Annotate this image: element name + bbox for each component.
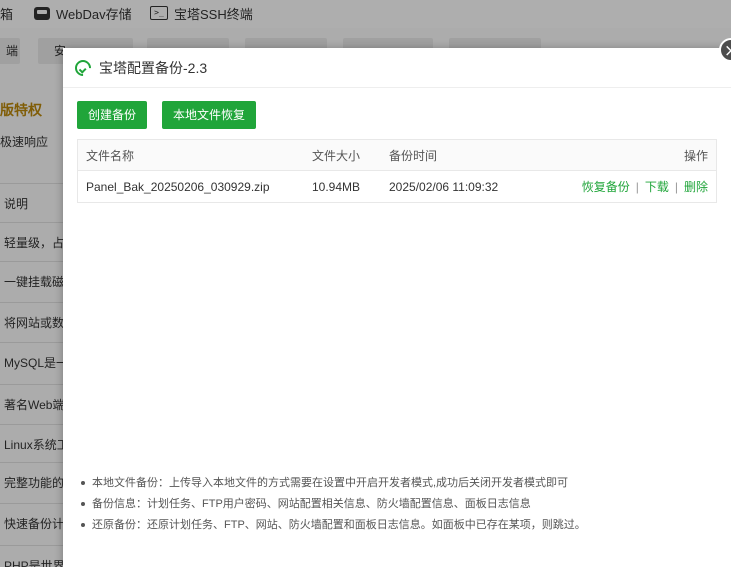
backup-filename: Panel_Bak_20250206_030929.zip (86, 179, 270, 194)
dialog-title: 宝塔配置备份-2.3 (99, 59, 208, 76)
column-header-time[interactable]: 备份时间 (389, 147, 559, 164)
delete-link[interactable]: 删除 (684, 180, 708, 194)
table-row: Panel_Bak_20250206_030929.zip 10.94MB 20… (78, 171, 716, 202)
column-header-filename[interactable]: 文件名称 (78, 147, 312, 164)
table-header-row: 文件名称 文件大小 备份时间 操作 (78, 140, 716, 171)
backup-table: 文件名称 文件大小 备份时间 操作 Panel_Bak_20250206_030… (77, 139, 717, 203)
action-buttons: 创建备份 本地文件恢复 (77, 101, 257, 129)
note-local-file-backup: 本地文件备份：上传导入本地文件的方式需要在设置中开启开发者模式,成功后关闭开发者… (81, 476, 586, 497)
note-backup-info: 备份信息：计划任务、FTP用户密码、网站配置相关信息、防火墙配置信息、面板日志信… (81, 497, 586, 518)
backup-size: 10.94MB (312, 179, 361, 194)
restore-backup-link[interactable]: 恢复备份 (582, 180, 630, 194)
help-notes: 本地文件备份：上传导入本地文件的方式需要在设置中开启开发者模式,成功后关闭开发者… (81, 476, 586, 539)
column-header-actions: 操作 (683, 148, 708, 163)
backup-dialog: 宝塔配置备份-2.3 × 创建备份 本地文件恢复 文件名称 文件大小 备份时间 … (63, 38, 731, 567)
backup-time: 2025/02/06 11:09:32 (389, 179, 499, 194)
dialog-header: 宝塔配置备份-2.3 (63, 48, 731, 88)
restore-local-file-button[interactable]: 本地文件恢复 (162, 101, 257, 129)
note-restore-backup: 还原备份：还原计划任务、FTP、网站、防火墙配置和面板日志信息。如面板中已存在某… (81, 518, 586, 539)
row-actions: 恢复备份 | 下载 | 删除 (559, 178, 716, 195)
close-icon: × (724, 41, 731, 61)
backup-restore-icon (71, 56, 95, 79)
action-separator: | (635, 180, 639, 194)
create-backup-button[interactable]: 创建备份 (77, 101, 148, 129)
action-separator: | (674, 180, 678, 194)
column-header-size[interactable]: 文件大小 (312, 147, 389, 164)
download-link[interactable]: 下载 (645, 180, 669, 194)
